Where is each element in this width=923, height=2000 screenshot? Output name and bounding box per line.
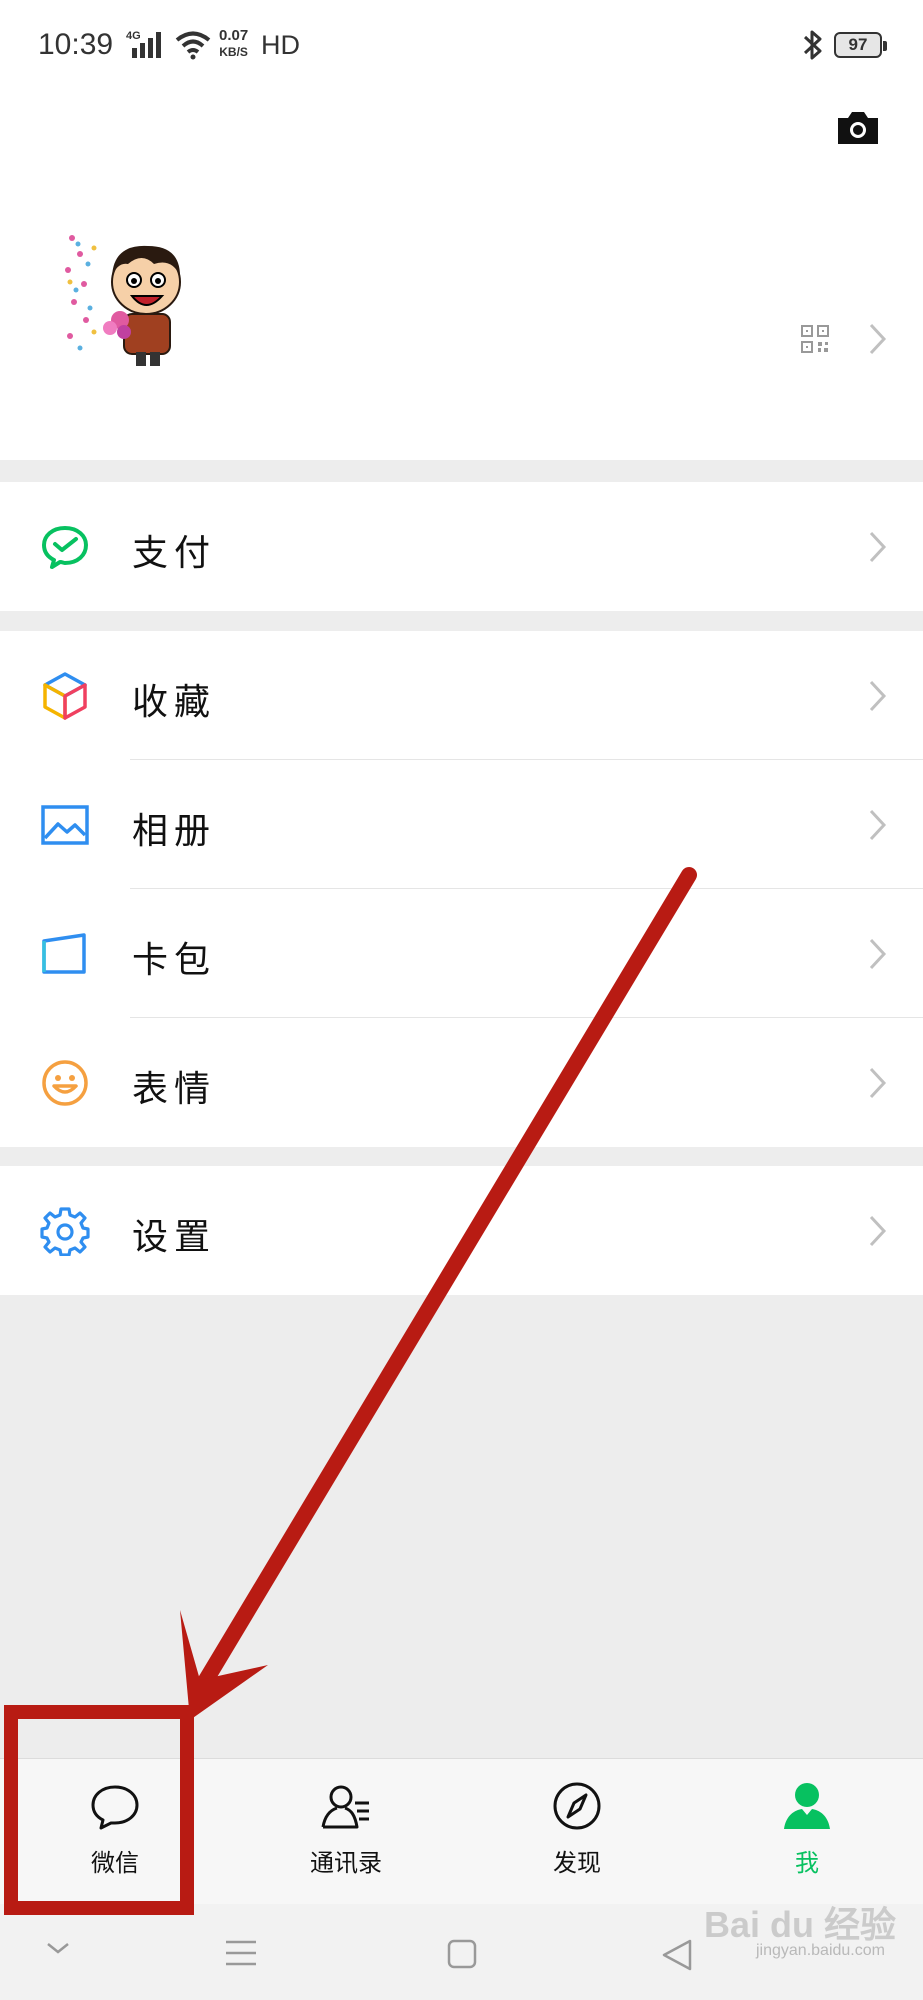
menu-item-favorites[interactable]: 收藏 <box>0 631 923 760</box>
tab-label: 我 <box>795 1849 819 1877</box>
menu-icon[interactable] <box>224 1938 258 1968</box>
speed-unit: KB/S <box>219 45 248 59</box>
status-bar: 10:39 4G 0.07 KB/S HD 97 <box>0 0 923 92</box>
person-icon <box>784 1783 830 1829</box>
chevron-down-icon[interactable] <box>44 1938 72 1958</box>
tab-me[interactable]: 我 <box>727 1759 887 1905</box>
menu-label-cards: 卡包 <box>132 940 217 981</box>
contacts-icon <box>321 1785 369 1829</box>
home-square-icon[interactable] <box>446 1938 478 1970</box>
menu-label-settings: 设置 <box>132 1217 217 1258</box>
hd-indicator: HD <box>261 30 300 60</box>
chevron-right-icon <box>869 1067 887 1099</box>
bottom-tab-bar: 微信 通讯录 发现 我 <box>0 1758 923 1904</box>
menu-label-favorites: 收藏 <box>132 682 217 723</box>
compass-icon <box>553 1782 601 1830</box>
menu-label-album: 相册 <box>132 811 217 852</box>
menu-item-stickers[interactable]: 表情 <box>0 1018 923 1147</box>
menu-label-pay: 支付 <box>132 533 217 574</box>
album-icon <box>41 805 89 845</box>
menu-item-cards[interactable]: 卡包 <box>0 889 923 1018</box>
status-time: 10:39 <box>38 28 114 61</box>
tab-label: 通讯录 <box>310 1849 382 1877</box>
pay-group: 支付 <box>0 482 923 611</box>
chevron-right-icon <box>869 938 887 970</box>
settings-group: 设置 <box>0 1166 923 1295</box>
bluetooth-icon <box>803 30 822 60</box>
chevron-right-icon <box>869 323 887 355</box>
network-speed: 0.07 KB/S <box>219 28 248 60</box>
smiley-icon <box>42 1060 88 1106</box>
tab-label: 微信 <box>91 1849 139 1877</box>
chevron-right-icon <box>869 531 887 563</box>
avatar[interactable] <box>58 224 202 368</box>
battery-indicator: 97 <box>834 32 887 58</box>
back-triangle-icon[interactable] <box>660 1938 694 1972</box>
wifi-icon <box>175 31 211 60</box>
favorites-cube-icon <box>43 672 87 720</box>
gear-icon <box>40 1207 90 1256</box>
main-menu-group: 收藏 相册 卡包 表情 <box>0 631 923 1147</box>
tab-chats[interactable]: 微信 <box>35 1759 195 1905</box>
system-nav-bar <box>0 1904 923 2000</box>
camera-icon[interactable] <box>834 108 882 148</box>
signal-icon <box>132 32 161 58</box>
tab-contacts[interactable]: 通讯录 <box>266 1759 426 1905</box>
chevron-right-icon <box>869 680 887 712</box>
menu-label-stickers: 表情 <box>132 1069 217 1110</box>
speed-value: 0.07 <box>219 27 249 44</box>
card-wallet-icon <box>42 933 86 974</box>
profile-header[interactable] <box>0 92 923 460</box>
pay-icon <box>42 526 88 569</box>
tab-label: 发现 <box>553 1849 601 1877</box>
menu-item-settings[interactable]: 设置 <box>0 1166 923 1295</box>
menu-item-pay[interactable]: 支付 <box>0 482 923 611</box>
chevron-right-icon <box>869 1215 887 1247</box>
tab-discover[interactable]: 发现 <box>497 1759 657 1905</box>
chat-bubble-icon <box>91 1785 139 1830</box>
chevron-right-icon <box>869 809 887 841</box>
qr-code-icon[interactable] <box>800 324 830 354</box>
menu-item-album[interactable]: 相册 <box>0 760 923 889</box>
